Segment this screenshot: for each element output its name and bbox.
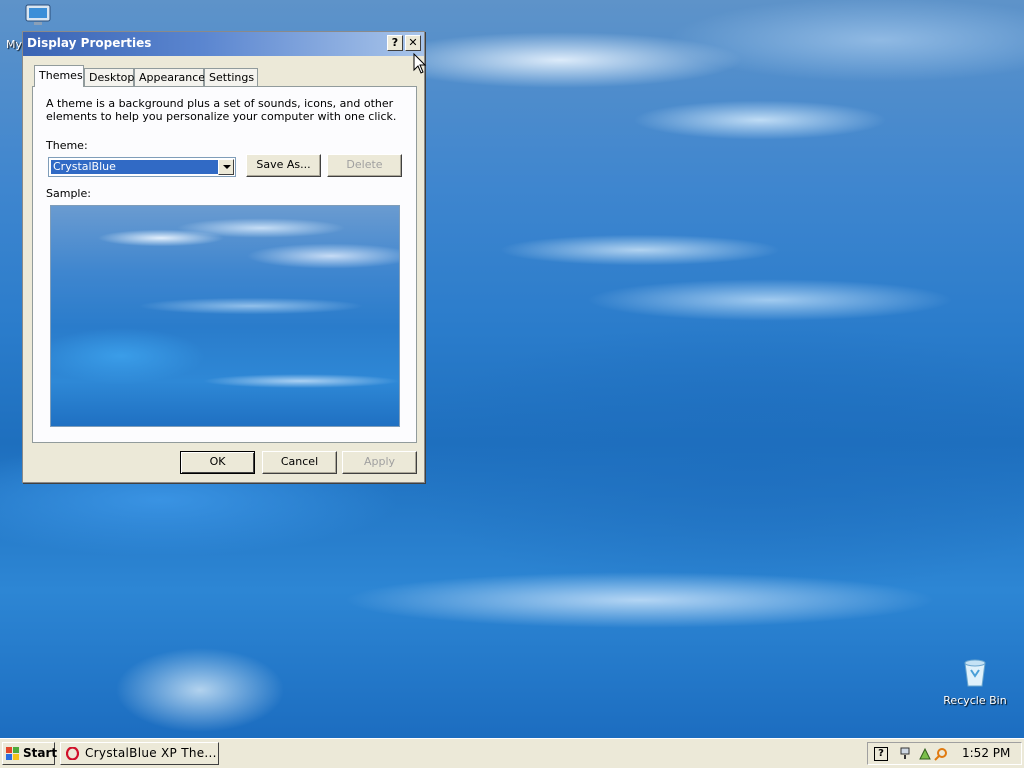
delete-button[interactable]: Delete — [327, 154, 402, 177]
taskbar-item[interactable]: CrystalBlue XP The... — [60, 742, 219, 765]
recycle-bin-icon — [964, 659, 986, 687]
sample-label: Sample: — [46, 187, 91, 200]
theme-description: A theme is a background plus a set of so… — [46, 97, 397, 123]
tab-desktop[interactable]: Desktop — [84, 68, 134, 86]
desktop-icon-label: My — [6, 38, 23, 51]
theme-label: Theme: — [46, 139, 88, 152]
taskbar-item-label: CrystalBlue XP The... — [85, 746, 217, 760]
tab-settings[interactable]: Settings — [204, 68, 258, 86]
monitor-icon — [25, 4, 51, 25]
windows-logo-icon — [6, 747, 19, 760]
theme-sample-preview — [50, 205, 400, 427]
start-label: Start — [23, 746, 58, 760]
tab-appearance[interactable]: Appearance — [134, 68, 205, 86]
system-tray: ? 1:52 PM — [867, 742, 1022, 765]
clock[interactable]: 1:52 PM — [962, 743, 1010, 764]
display-properties-window: Display Properties ? ✕ Themes Desktop Ap… — [22, 31, 425, 483]
taskbar: Start CrystalBlue XP The... ? 1:52 PM — [0, 738, 1024, 768]
ok-button[interactable]: OK — [180, 451, 255, 474]
cancel-button[interactable]: Cancel — [262, 451, 337, 474]
title-bar[interactable]: Display Properties ? ✕ — [23, 32, 424, 56]
theme-dropdown[interactable]: CrystalBlue — [48, 157, 236, 177]
start-button[interactable]: Start — [2, 742, 58, 765]
desktop-icon-recycle-bin[interactable]: Recycle Bin — [940, 656, 1010, 712]
desktop-icon-label: Recycle Bin — [943, 694, 1007, 707]
help-button[interactable]: ? — [387, 35, 403, 51]
search-icon[interactable] — [934, 747, 948, 761]
tab-themes[interactable]: Themes — [34, 65, 84, 87]
window-title: Display Properties — [27, 36, 152, 50]
mouse-cursor-icon — [413, 53, 427, 74]
chevron-down-icon[interactable] — [218, 159, 234, 175]
security-icon[interactable] — [918, 747, 932, 761]
help-icon[interactable]: ? — [874, 747, 888, 761]
apply-button[interactable]: Apply — [342, 451, 417, 474]
theme-selected-value[interactable]: CrystalBlue — [51, 160, 219, 174]
close-button[interactable]: ✕ — [405, 35, 421, 51]
save-as-button[interactable]: Save As... — [246, 154, 321, 177]
network-icon[interactable] — [898, 747, 912, 761]
opera-icon — [66, 747, 79, 760]
themes-tab-panel: A theme is a background plus a set of so… — [32, 86, 417, 443]
